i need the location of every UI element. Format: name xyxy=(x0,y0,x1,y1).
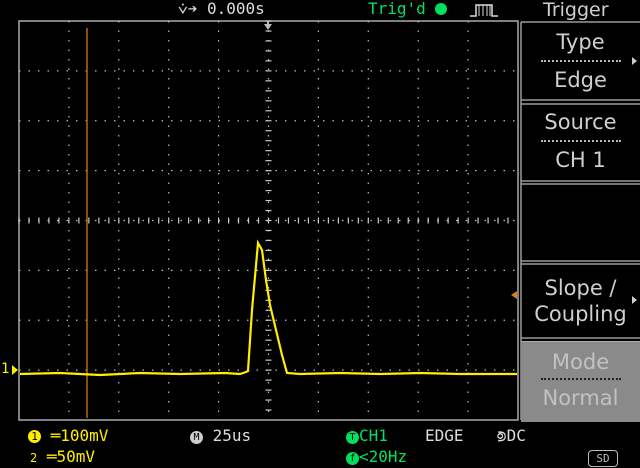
h-position-icon: ⩒➔ xyxy=(178,0,207,18)
trigger-status-dot-icon xyxy=(435,3,447,15)
source-menu-button[interactable]: Source CH 1 xyxy=(521,110,640,172)
timebase-badge-icon: M xyxy=(190,431,203,444)
ch1-badge-icon: 1 xyxy=(28,430,41,443)
source-separator xyxy=(540,140,621,142)
ch2-scale-readout: 2 ═50mV xyxy=(30,447,96,466)
source-label: Source xyxy=(544,110,617,134)
acquire-mode-icon xyxy=(470,4,498,17)
trigger-badge-icon: T xyxy=(346,431,359,444)
source-value: CH 1 xyxy=(555,148,606,172)
type-menu-button[interactable]: Type Edge xyxy=(521,30,640,92)
dc-coupling-icon: ═ xyxy=(41,426,61,445)
acquire-mode-icon-ticks xyxy=(478,5,491,16)
mode-value: Normal xyxy=(542,386,619,410)
empty-menu-button[interactable] xyxy=(521,190,640,258)
slope-falling-icon: ⟄ xyxy=(497,426,507,445)
coupling-label: Coupling xyxy=(534,302,627,326)
frequency-badge-icon: f xyxy=(346,452,359,465)
h-position-readout: ⩒➔ 0.000s xyxy=(178,0,265,18)
ch1-scale-readout: 1 ═100mV xyxy=(28,427,108,445)
mode-label: Mode xyxy=(551,350,610,374)
timebase-readout: M 25us xyxy=(190,427,251,445)
sd-card-icon: SD xyxy=(588,450,618,467)
mode-separator xyxy=(540,378,621,380)
slope-coupling-menu-button[interactable]: Slope / Coupling xyxy=(521,275,640,327)
trigger-frequency-readout: f <20Hz xyxy=(346,448,407,466)
trigger-coupling-readout: ⟄DC xyxy=(497,426,526,445)
mode-menu-button[interactable]: Mode Normal xyxy=(521,341,640,422)
trigger-status: Trig'd xyxy=(368,0,426,18)
trigger-type-readout: EDGE xyxy=(425,426,464,445)
type-label: Type xyxy=(556,30,605,54)
type-separator xyxy=(540,60,621,62)
slope-label: Slope / xyxy=(544,276,617,300)
ch1-ground-marker-arrow[interactable] xyxy=(12,365,18,375)
type-value: Edge xyxy=(554,68,607,92)
menu-title: Trigger xyxy=(543,0,609,21)
trigger-source-readout: T CH1 xyxy=(346,427,388,445)
ch1-ground-marker: 1 xyxy=(1,361,10,377)
ch2-dc-coupling-icon: ═ xyxy=(37,447,57,466)
